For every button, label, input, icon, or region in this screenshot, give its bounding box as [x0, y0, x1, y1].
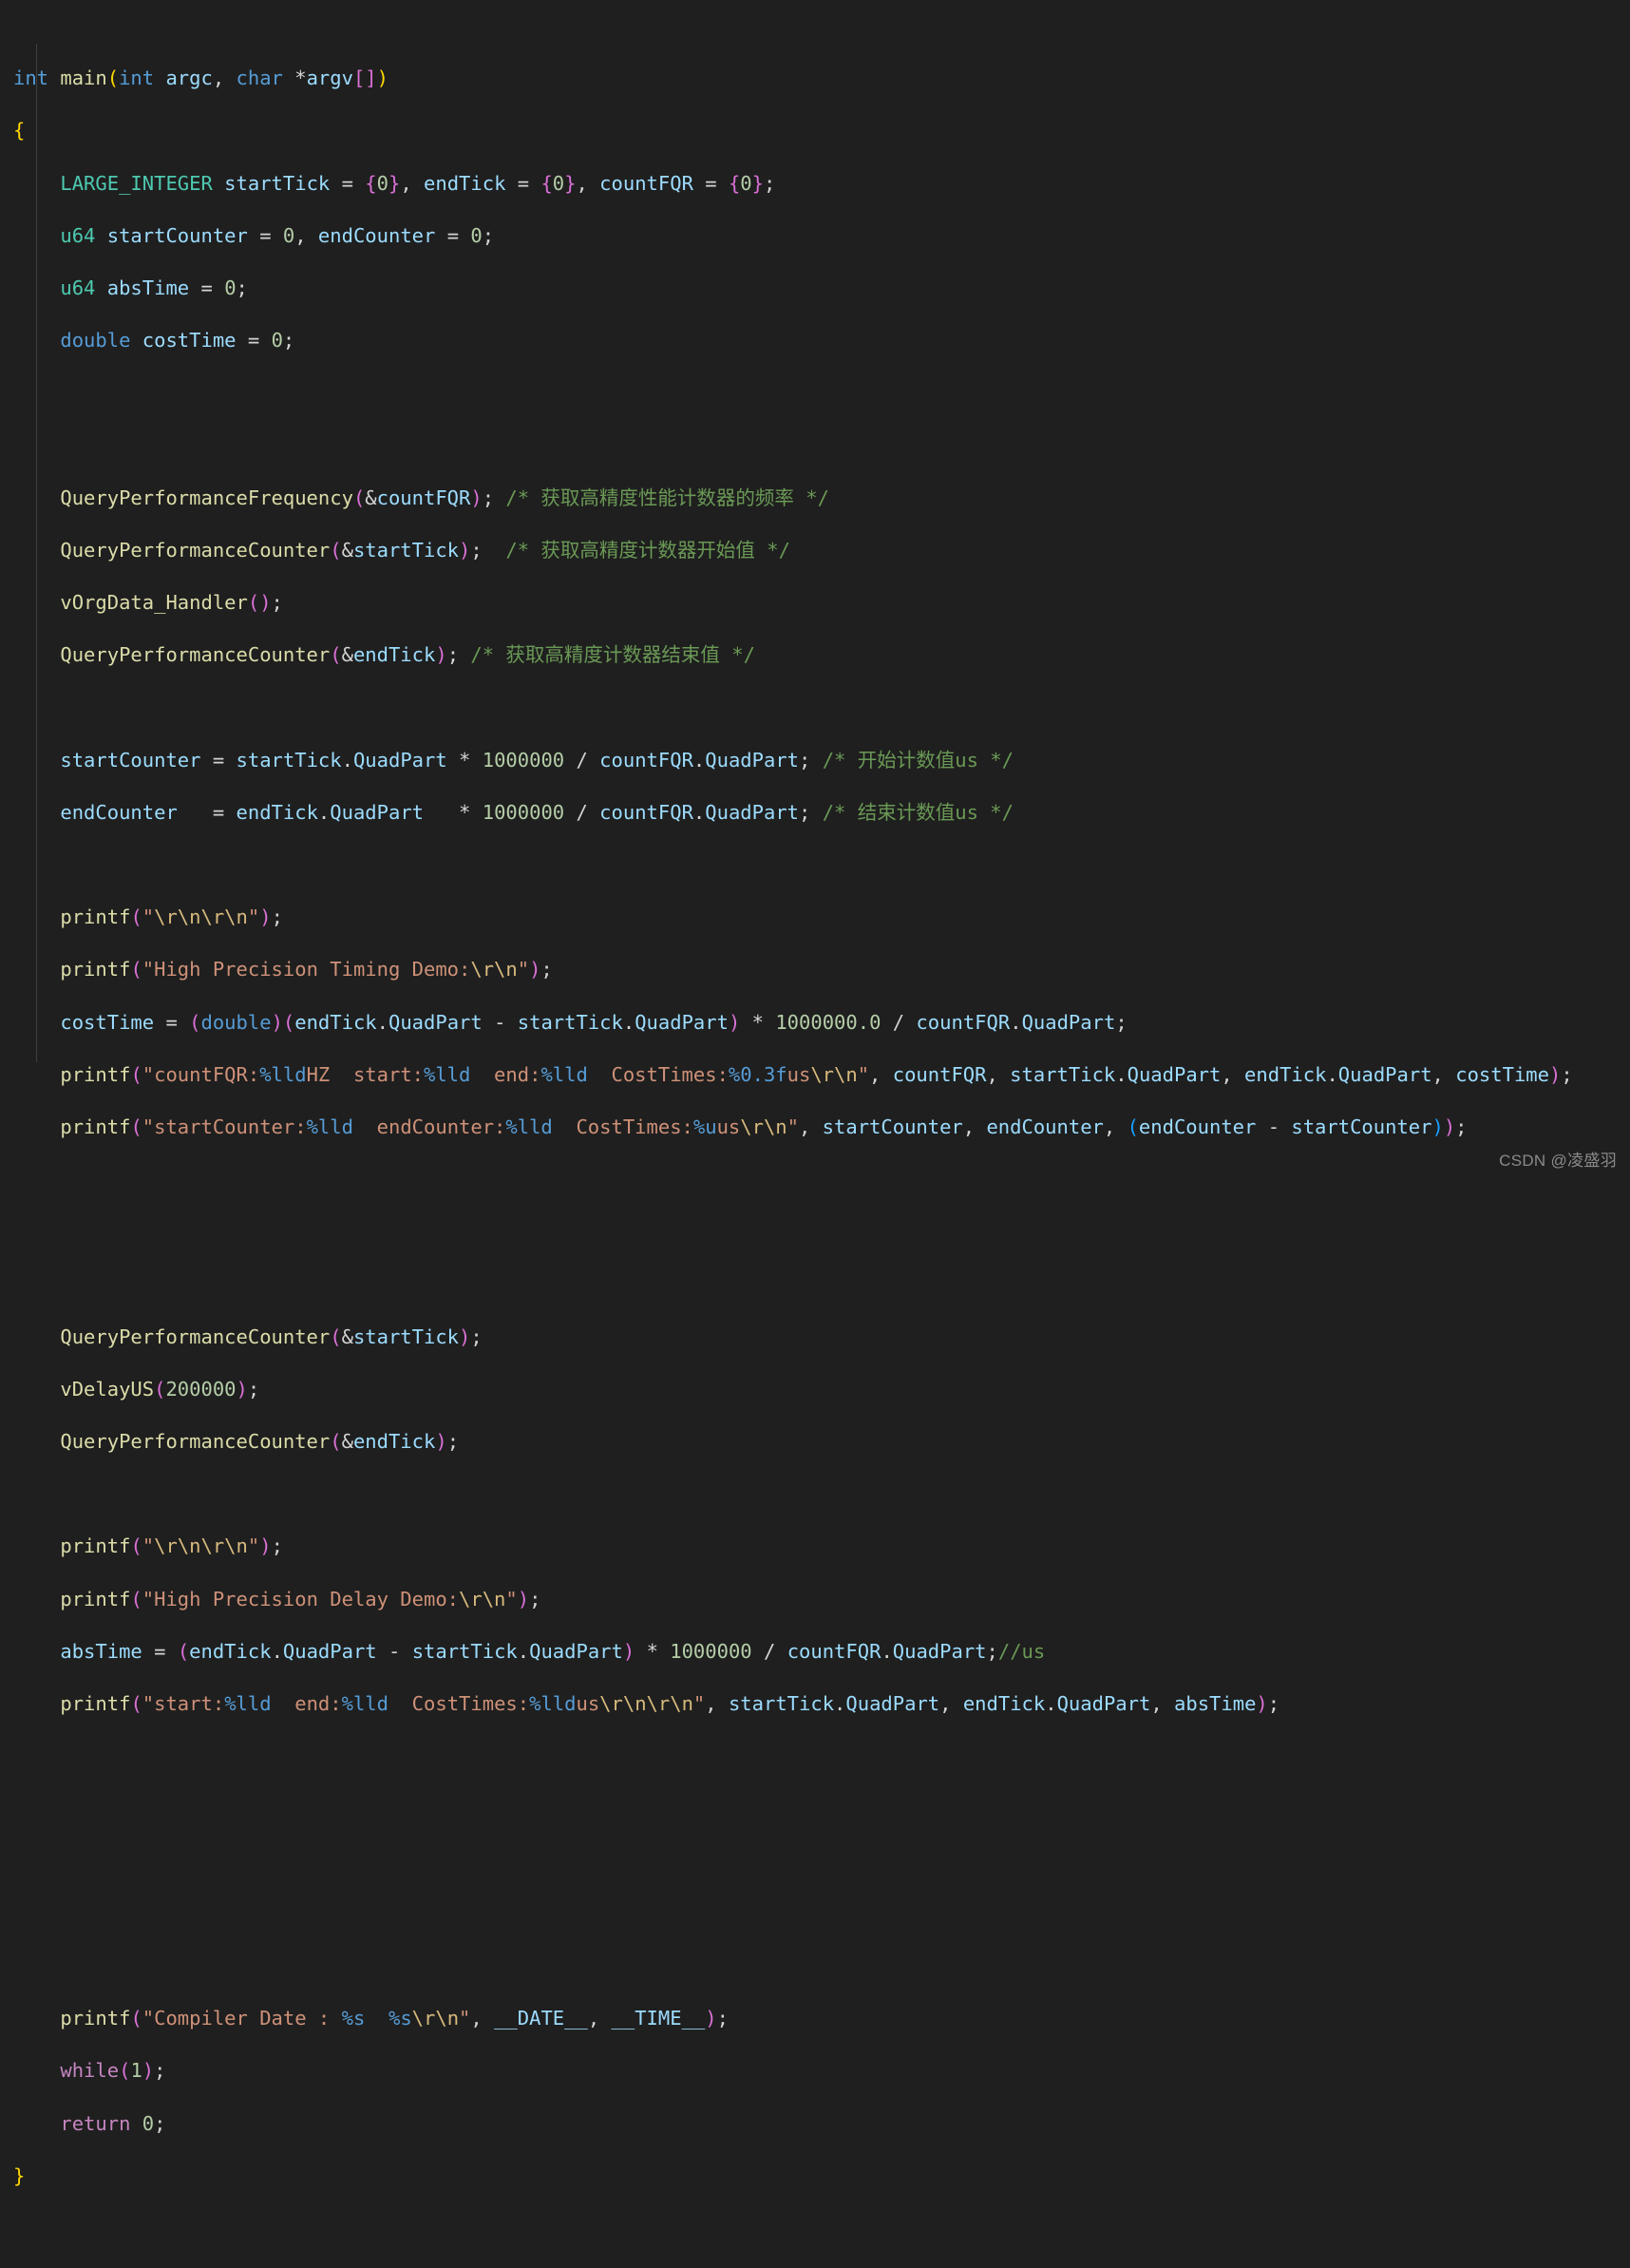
code-line: vDelayUS(200000);	[60, 1377, 260, 1401]
code-line: printf("\r\n\r\n");	[60, 905, 283, 929]
code-line: startCounter = startTick.QuadPart * 1000…	[60, 748, 1014, 772]
code-line: printf("startCounter:%lld endCounter:%ll…	[60, 1115, 1468, 1138]
code-line: while(1);	[60, 2059, 166, 2083]
code-line: printf("countFQR:%lldHZ start:%lld end:%…	[60, 1062, 1573, 1086]
code-line: int main(int argc, char *argv[])	[13, 67, 389, 90]
code-line: absTime = (endTick.QuadPart - startTick.…	[60, 1639, 1046, 1663]
code-line: LARGE_INTEGER startTick = {0}, endTick =…	[60, 171, 776, 195]
code-line: u64 startCounter = 0, endCounter = 0;	[60, 223, 495, 247]
code-line: printf("High Precision Timing Demo:\r\n"…	[60, 958, 553, 982]
code-line: vOrgData_Handler();	[60, 591, 283, 615]
code-editor[interactable]: int main(int argc, char *argv[]) { LARGE…	[0, 0, 1630, 2187]
code-line: u64 absTime = 0;	[60, 276, 248, 299]
code-line: printf("start:%lld end:%lld CostTimes:%l…	[60, 1692, 1280, 1715]
code-line: endCounter = endTick.QuadPart * 1000000 …	[60, 800, 1014, 824]
code-line: QueryPerformanceCounter(&endTick);	[60, 1430, 460, 1454]
code-line: costTime = (double)(endTick.QuadPart - s…	[60, 1010, 1128, 1034]
code-line: printf("Compiler Date : %s %s\r\n", __DA…	[60, 2007, 729, 2030]
code-line: }	[13, 2163, 26, 2187]
csdn-watermark: CSDN @凌盛羽	[1499, 1152, 1617, 1170]
code-line: QueryPerformanceCounter(&startTick);	[60, 1325, 483, 1348]
code-line: QueryPerformanceCounter(&endTick); /* 获取…	[60, 643, 755, 667]
code-line: QueryPerformanceCounter(&startTick); /* …	[60, 538, 790, 562]
code-line: double costTime = 0;	[60, 329, 295, 353]
code-line: QueryPerformanceFrequency(&countFQR); /*…	[60, 486, 829, 509]
code-line: printf("\r\n\r\n");	[60, 1534, 283, 1558]
code-line: return 0;	[60, 2111, 166, 2135]
code-content[interactable]: int main(int argc, char *argv[]) { LARGE…	[0, 13, 1630, 2268]
code-line: {	[13, 119, 26, 143]
code-line: printf("High Precision Delay Demo:\r\n")…	[60, 1587, 541, 1610]
